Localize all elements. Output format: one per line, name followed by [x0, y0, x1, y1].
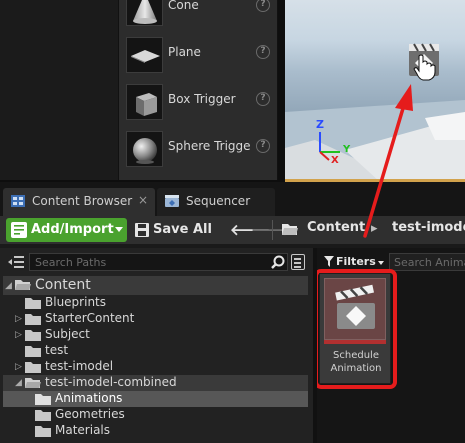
- help-icon[interactable]: ?: [256, 45, 270, 59]
- plane-icon: [126, 37, 163, 73]
- place-item-label: Cone: [168, 0, 199, 12]
- tab-bar: Content Browser × Sequencer: [0, 182, 465, 216]
- tree-item-label: Animations: [55, 391, 123, 405]
- chevron-down-icon: [115, 227, 123, 232]
- tree-item-label: Geometries: [55, 407, 125, 421]
- sphere-trigger-icon: [126, 131, 163, 167]
- tree-item-startercontent[interactable]: ▷ StarterContent: [3, 311, 308, 327]
- tree-item-geometries[interactable]: Geometries: [3, 407, 308, 423]
- folder-icon: [25, 330, 41, 341]
- asset-view-panel: Filters Search Anima Schedule Animation: [317, 248, 465, 443]
- collapsed-arrow-icon[interactable]: ▷: [15, 330, 22, 340]
- tree-item-subject[interactable]: ▷ Subject: [3, 327, 308, 343]
- breadcrumb-current[interactable]: test-imodel: [392, 220, 465, 235]
- sources-panel: Search Paths ◢ Content Blueprints ▷ Star…: [0, 248, 313, 443]
- add-import-label: Add/Import: [31, 222, 114, 237]
- place-item-label: Plane: [168, 45, 201, 59]
- asset-label: Schedule Animation: [320, 349, 392, 375]
- content-browser-toolbar: Add/Import Save All 🡐 🡒 Content ▸ test-i…: [0, 216, 465, 244]
- place-item-sphere-trigger[interactable]: Sphere Trigge ?: [119, 125, 279, 171]
- tree-item-label: test-imodel: [45, 359, 114, 373]
- filters-label: Filters: [336, 255, 376, 268]
- search-paths-input[interactable]: Search Paths: [29, 253, 288, 271]
- cone-icon: [126, 0, 163, 26]
- tree-item-label: Subject: [45, 327, 90, 341]
- place-actors-panel: Cone ? Plane ? Box Trigger ? Sphere Trig…: [118, 0, 278, 180]
- expanded-arrow-icon[interactable]: ◢: [15, 378, 22, 388]
- save-all-button[interactable]: Save All: [133, 218, 215, 242]
- tab-content-browser[interactable]: Content Browser ×: [3, 188, 155, 216]
- tree-item-animations[interactable]: Animations: [3, 391, 308, 407]
- chevron-down-icon: [378, 261, 384, 265]
- expanded-arrow-icon[interactable]: ◢: [5, 281, 12, 291]
- asset-tile-schedule-animation[interactable]: Schedule Animation: [319, 273, 391, 384]
- tree-item-materials[interactable]: Materials: [3, 423, 308, 439]
- view-options-icon[interactable]: [291, 254, 305, 270]
- folder-icon: [25, 362, 41, 373]
- axis-z-label: Z: [316, 118, 324, 131]
- search-assets-input[interactable]: Search Anima: [389, 253, 465, 271]
- folder-icon: [35, 410, 51, 421]
- add-import-icon: [11, 222, 27, 238]
- level-viewport[interactable]: Z Y X: [285, 0, 465, 182]
- search-paths-placeholder: Search Paths: [35, 256, 107, 269]
- add-import-button[interactable]: Add/Import: [6, 218, 127, 242]
- tree-item-label: Materials: [55, 423, 111, 437]
- tree-item-label: Content: [35, 277, 91, 293]
- search-assets-placeholder: Search Anima: [394, 256, 465, 269]
- place-item-cone[interactable]: Cone ?: [119, 0, 279, 30]
- help-icon[interactable]: ?: [256, 139, 270, 153]
- asset-type-strip: [324, 340, 386, 344]
- tree-item-test-imodel[interactable]: ▷ test-imodel: [3, 359, 308, 375]
- tab-label: Sequencer: [186, 194, 251, 208]
- tree-item-label: test: [45, 343, 69, 357]
- place-item-box-trigger[interactable]: Box Trigger ?: [119, 78, 279, 124]
- sources-toggle-icon[interactable]: [8, 255, 24, 269]
- editor-left-dark-area: [0, 0, 118, 180]
- search-icon: [271, 255, 285, 269]
- folder-icon: [25, 314, 41, 325]
- folder-icon: [35, 394, 51, 405]
- filter-icon: [324, 256, 334, 267]
- sequencer-icon: [165, 195, 179, 207]
- breadcrumb-separator-icon[interactable]: ▸: [371, 221, 378, 236]
- tree-item-test[interactable]: test: [3, 343, 308, 359]
- folder-open-icon: [25, 378, 41, 388]
- help-icon[interactable]: ?: [256, 92, 270, 106]
- content-browser-icon: [11, 195, 25, 207]
- axis-x-label: X: [331, 155, 339, 166]
- folder-open-icon: [15, 280, 31, 290]
- folder-open-icon[interactable]: [282, 222, 298, 236]
- editor-window: Cone ? Plane ? Box Trigger ? Sphere Trig…: [0, 0, 465, 443]
- place-item-label: Box Trigger: [168, 92, 236, 106]
- close-icon[interactable]: ×: [138, 193, 148, 207]
- tab-label: Content Browser: [32, 194, 133, 208]
- place-item-plane[interactable]: Plane ?: [119, 31, 279, 77]
- folder-icon: [35, 426, 51, 437]
- tree-item-blueprints[interactable]: Blueprints: [3, 295, 308, 311]
- asset-label-line2: Animation: [330, 363, 382, 374]
- breadcrumb-content[interactable]: Content: [307, 220, 365, 235]
- folder-icon: [25, 298, 41, 309]
- asset-label-line1: Schedule: [333, 350, 379, 361]
- tree-item-test-imodel-combined[interactable]: ◢ test-imodel-combined: [3, 375, 308, 391]
- help-icon[interactable]: ?: [256, 0, 270, 12]
- tree-item-label: test-imodel-combined: [45, 375, 177, 389]
- box-trigger-icon: [126, 84, 163, 120]
- collapsed-arrow-icon[interactable]: ▷: [15, 362, 22, 372]
- place-item-label: Sphere Trigge: [168, 139, 251, 153]
- clapperboard-icon: [324, 278, 386, 340]
- tree-item-content[interactable]: ◢ Content: [3, 276, 308, 295]
- folder-icon: [25, 346, 41, 357]
- axis-y-label: Y: [343, 144, 351, 155]
- toolbar-divider: [272, 220, 273, 240]
- tab-sequencer[interactable]: Sequencer: [157, 188, 275, 216]
- collapsed-arrow-icon[interactable]: ▷: [15, 314, 22, 324]
- tree-item-label: StarterContent: [45, 311, 135, 325]
- save-all-label: Save All: [153, 222, 212, 237]
- save-icon: [135, 223, 149, 237]
- tree-item-label: Blueprints: [45, 295, 107, 309]
